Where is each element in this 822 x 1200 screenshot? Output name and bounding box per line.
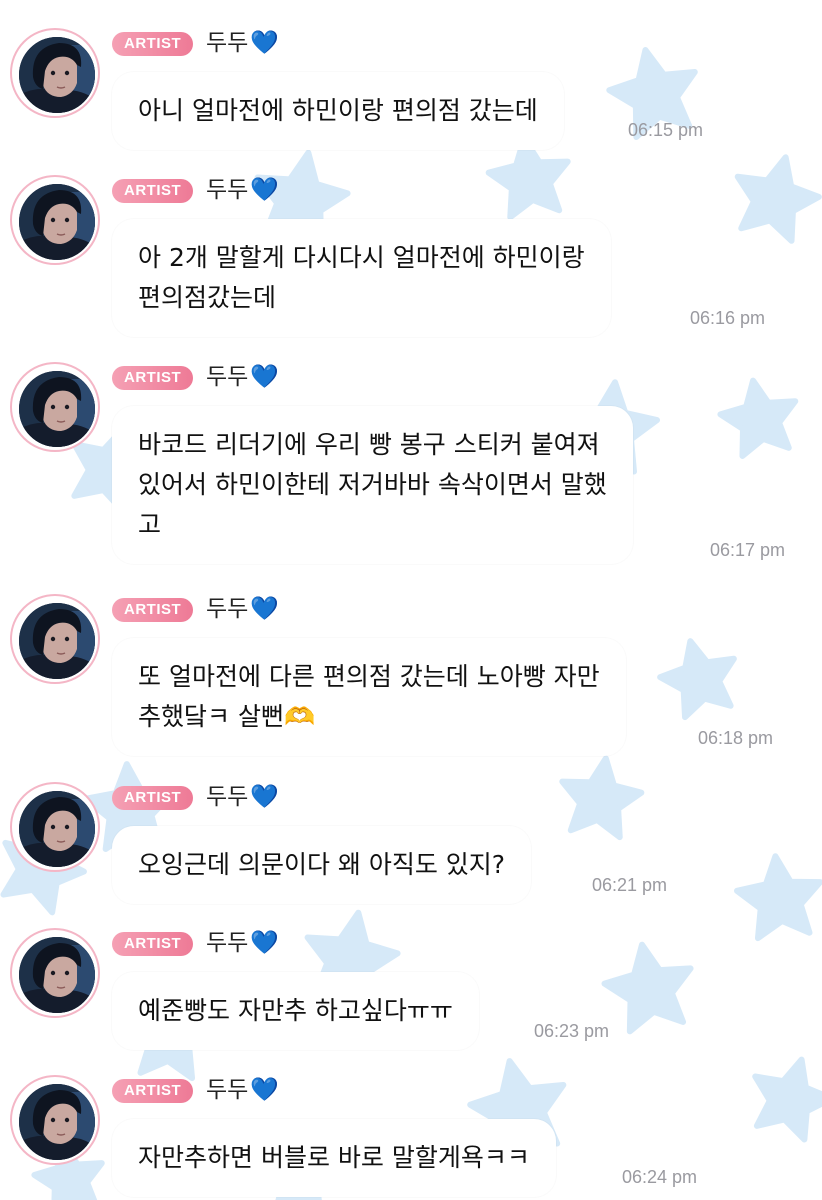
sender-name[interactable]: 두두💙 <box>206 928 279 958</box>
timestamp: 06:16 pm <box>690 308 766 328</box>
timestamp: 06:18 pm <box>698 728 774 748</box>
timestamp: 06:17 pm <box>710 540 786 560</box>
sender-name[interactable]: 두두💙 <box>206 175 279 205</box>
message-line: 아 2개 말할게 다시다시 얼마전에 하민이랑 <box>138 243 585 272</box>
artist-badge: ARTIST <box>112 179 194 203</box>
avatar[interactable] <box>10 1075 100 1165</box>
artist-badge: ARTIST <box>112 1079 194 1103</box>
blue-heart-icon: 💙 <box>250 177 279 203</box>
message-line: 오잉근데 의문이다 왜 아직도 있지? <box>138 850 506 879</box>
timestamp: 06:23 pm <box>534 1021 610 1041</box>
sender-name-text: 두두 <box>206 177 249 203</box>
message-line: 바코드 리더기에 우리 빵 봉구 스티커 붙여져 <box>138 430 600 459</box>
message-line: 있어서 하민이한테 저거바바 속삭이면서 말했 <box>138 470 607 499</box>
message-line: 예준빵도 자만추 하고싶다ㅠㅠ <box>138 996 453 1025</box>
avatar[interactable] <box>10 362 100 452</box>
sender-name-text: 두두 <box>206 1077 249 1103</box>
message-bubble[interactable]: 아 2개 말할게 다시다시 얼마전에 하민이랑 편의점갔는데 <box>112 219 611 337</box>
message-line: 아니 얼마전에 하민이랑 편의점 갔는데 <box>138 96 538 125</box>
message-line: 또 얼마전에 다른 편의점 갔는데 노아빵 자만 <box>138 662 600 691</box>
message-line: 고 <box>138 510 162 539</box>
blue-heart-icon: 💙 <box>250 30 279 56</box>
sender-name-text: 두두 <box>206 30 249 56</box>
sender-name[interactable]: 두두💙 <box>206 594 279 624</box>
chat-thread: ARTIST 두두💙 아니 얼마전에 하민이랑 편의점 갔는데 06:15 pm… <box>0 0 822 1200</box>
message-bubble[interactable]: 오잉근데 의문이다 왜 아직도 있지? <box>112 826 532 904</box>
avatar[interactable] <box>10 594 100 684</box>
avatar[interactable] <box>10 782 100 872</box>
artist-badge: ARTIST <box>112 786 194 810</box>
timestamp: 06:15 pm <box>628 120 704 140</box>
sender-name-text: 두두 <box>206 596 249 622</box>
blue-heart-icon: 💙 <box>250 596 279 622</box>
message-bubble[interactable]: 자만추하면 버블로 바로 말할게욕ㅋㅋ <box>112 1119 556 1197</box>
sender-name[interactable]: 두두💙 <box>206 782 279 812</box>
artist-badge: ARTIST <box>112 32 194 56</box>
avatar[interactable] <box>10 175 100 265</box>
artist-badge: ARTIST <box>112 366 194 390</box>
sender-name-text: 두두 <box>206 784 249 810</box>
avatar[interactable] <box>10 928 100 1018</box>
message-bubble[interactable]: 아니 얼마전에 하민이랑 편의점 갔는데 <box>112 72 564 150</box>
artist-badge: ARTIST <box>112 932 194 956</box>
blue-heart-icon: 💙 <box>250 930 279 956</box>
sender-name-text: 두두 <box>206 930 249 956</box>
sender-name[interactable]: 두두💙 <box>206 1075 279 1105</box>
sender-name-text: 두두 <box>206 364 249 390</box>
message-bubble[interactable]: 또 얼마전에 다른 편의점 갔는데 노아빵 자만 추했닼ㅋ 살뻔🫶 <box>112 638 626 756</box>
message-bubble[interactable]: 바코드 리더기에 우리 빵 봉구 스티커 붙여져 있어서 하민이한테 저거바바 … <box>112 406 633 564</box>
timestamp: 06:21 pm <box>592 875 668 895</box>
blue-heart-icon: 💙 <box>250 364 279 390</box>
blue-heart-icon: 💙 <box>250 784 279 810</box>
artist-badge: ARTIST <box>112 598 194 622</box>
message-bubble[interactable]: 예준빵도 자만추 하고싶다ㅠㅠ <box>112 972 479 1050</box>
sender-name[interactable]: 두두💙 <box>206 28 279 58</box>
avatar[interactable] <box>10 28 100 118</box>
blue-heart-icon: 💙 <box>250 1077 279 1103</box>
message-line: 편의점갔는데 <box>138 283 277 312</box>
message-line: 추했닼ㅋ 살뻔🫶 <box>138 702 316 731</box>
message-line: 자만추하면 버블로 바로 말할게욕ㅋㅋ <box>138 1143 530 1172</box>
sender-name[interactable]: 두두💙 <box>206 362 279 392</box>
timestamp: 06:24 pm <box>622 1167 698 1187</box>
